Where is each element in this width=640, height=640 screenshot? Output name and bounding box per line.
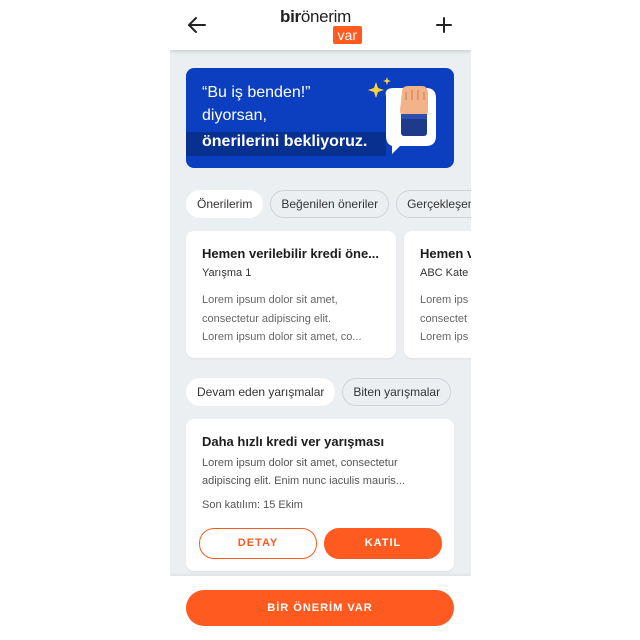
tab-realized-ideas[interactable]: Gerçekleşen [396, 190, 471, 218]
detail-button[interactable]: DETAY [199, 528, 317, 559]
idea-description-line: Lorem ipsum dolor sit amet, co... [202, 331, 362, 343]
idea-description: Lorem ipsum dolor sit amet, consectetur … [202, 291, 382, 347]
contest-description-line: Lorem ipsum dolor sit amet, consectetur [202, 457, 398, 469]
join-button[interactable]: KATIL [324, 528, 442, 559]
idea-description: Lorem ips consectet Lorem ips [420, 291, 471, 347]
logo-var: var [332, 26, 362, 44]
contest-card: Daha hızlı kredi ver yarışması Lorem ips… [186, 419, 454, 571]
plus-icon [436, 17, 452, 33]
arrow-left-icon [188, 17, 206, 33]
contest-description-line: adipiscing elit. Enim nunc iaculis mauri… [202, 475, 405, 487]
logo-onerim: önerim [300, 7, 351, 26]
tab-liked-ideas[interactable]: Beğenilen öneriler [270, 190, 390, 218]
banner-line-1: “Bu iş benden!” [202, 84, 311, 101]
idea-description-line: Lorem ipsum dolor sit amet, [202, 294, 338, 306]
bottom-action-bar: BİR ÖNERİM VAR [170, 576, 471, 640]
contest-tabs: Devam eden yarışmalar Biten yarışmalar [186, 378, 458, 406]
banner-line-2: diyorsan, [202, 107, 267, 124]
add-button[interactable] [433, 14, 455, 36]
contest-deadline: Son katılım: 15 Ekim [202, 499, 303, 511]
logo-bir: bir [280, 7, 301, 26]
idea-tabs: Önerilerim Beğenilen öneriler Gerçekleşen [186, 190, 471, 218]
tab-ongoing-contests[interactable]: Devam eden yarışmalar [186, 378, 336, 406]
back-button[interactable] [186, 14, 208, 36]
idea-contest: ABC Kate [420, 267, 469, 279]
idea-card[interactable]: Hemen v ABC Kate Lorem ips consectet Lor… [404, 231, 471, 358]
tab-finished-contests[interactable]: Biten yarışmalar [342, 378, 452, 406]
idea-contest: Yarışma 1 [202, 267, 252, 279]
raised-fist-illustration [368, 77, 436, 154]
promo-banner[interactable]: “Bu iş benden!” diyorsan, önerilerini be… [186, 68, 454, 168]
idea-title: Hemen verilebilir kredi öne... [202, 246, 380, 261]
app-screen: birönerim var “Bu iş benden!” diyorsan, … [170, 0, 471, 640]
app-logo: birönerim var [280, 8, 364, 44]
idea-description-line: Lorem ips [420, 331, 469, 343]
idea-title: Hemen v [420, 246, 471, 261]
idea-card[interactable]: Hemen verilebilir kredi öne... Yarışma 1… [186, 231, 396, 358]
submit-idea-button[interactable]: BİR ÖNERİM VAR [186, 590, 454, 626]
tab-my-ideas[interactable]: Önerilerim [186, 190, 264, 218]
top-bar: birönerim var [170, 0, 471, 50]
idea-description-line: consectet [420, 312, 468, 325]
contest-title: Daha hızlı kredi ver yarışması [202, 434, 385, 449]
banner-line-3: önerilerini bekliyoruz. [202, 133, 368, 150]
idea-description-line: Lorem ips [420, 294, 469, 306]
contest-description: Lorem ipsum dolor sit amet, consectetur … [202, 454, 442, 490]
idea-description-line: consectetur adipiscing elit. [202, 312, 332, 325]
